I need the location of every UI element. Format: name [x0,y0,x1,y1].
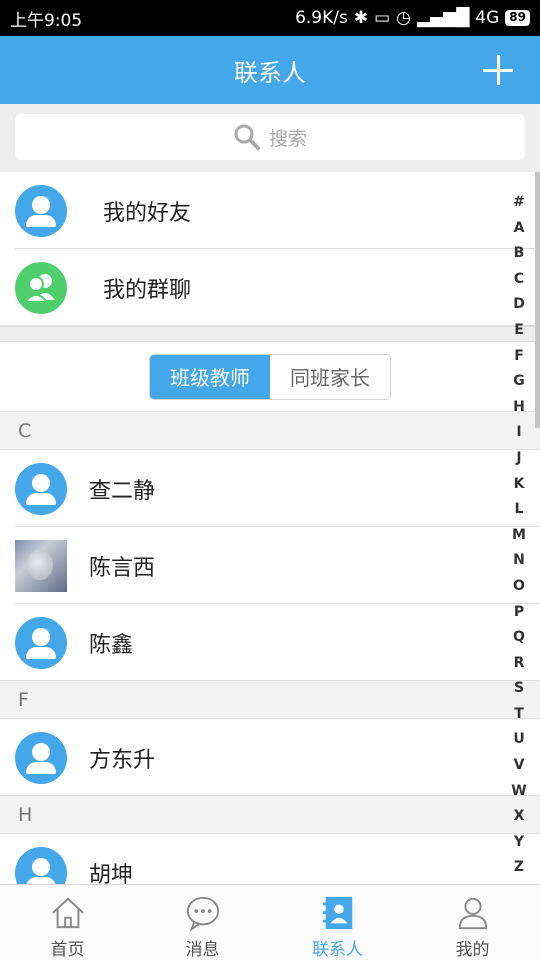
user-icon [458,897,487,930]
network-type: 4G [475,8,500,28]
contacts-book-icon [322,896,352,930]
index-letter[interactable]: X [510,804,528,830]
search-icon [234,124,260,150]
tab-home-label: 首页 [50,940,85,960]
index-letter[interactable]: C [510,267,528,293]
avatar [15,539,67,592]
app-bar: 联系人 [0,36,540,104]
tab-messages-label: 消息 [185,940,220,960]
vibrate-icon: ▭ [374,8,391,28]
avatar [15,462,67,515]
home-icon [51,897,84,929]
chat-bubble-icon [186,896,219,931]
my-groups-item[interactable]: 我的群聊 [0,249,540,326]
index-letter[interactable]: R [510,651,528,677]
index-letter[interactable]: K [510,472,528,498]
list-item[interactable]: 陈鑫 [0,604,540,681]
list-item[interactable]: 胡坤 [0,834,540,884]
index-letter[interactable]: # [510,190,528,216]
segment-row: 班级教师 同班家长 [0,342,540,412]
index-letter[interactable]: T [510,702,528,728]
contact-name: 方东升 [89,747,156,773]
bluetooth-icon: ✱ [353,8,369,28]
avatar [15,616,67,669]
index-letter[interactable]: F [510,344,528,370]
index-letter[interactable]: D [510,292,528,318]
contact-list[interactable]: 我的好友 我的群聊 班级教师 同班家长 C 查二静 陈言西 陈鑫 F 方东升 H… [0,172,540,884]
index-letter[interactable]: M [510,523,528,549]
status-indicators: 6.9K/s ✱ ▭ ◷ ▂▄▆█ 4G 89 [295,8,530,28]
index-letter[interactable]: N [510,548,528,574]
tab-class-teachers[interactable]: 班级教师 [150,354,270,399]
search-input[interactable]: 搜索 [15,114,525,160]
tab-me[interactable]: 我的 [405,885,540,960]
avatar [15,846,67,884]
tab-messages[interactable]: 消息 [135,885,270,960]
contact-name: 查二静 [89,478,156,504]
my-friends-label: 我的好友 [103,200,192,226]
index-letter[interactable]: E [510,318,528,344]
index-letter[interactable]: J [510,446,528,472]
network-speed: 6.9K/s [295,8,348,28]
alarm-icon: ◷ [396,8,411,28]
bottom-tab-bar: 首页 消息 联系人 我的 [0,884,540,960]
avatar [15,731,67,784]
section-header-c: C [0,412,540,450]
status-time: 上午9:05 [10,10,83,31]
group-avatar-icon [15,261,67,314]
list-item[interactable]: 方东升 [0,719,540,796]
page-title: 联系人 [234,58,306,87]
section-header-h: H [0,796,540,834]
list-item[interactable]: 陈言西 [0,527,540,604]
index-letter[interactable]: V [510,753,528,779]
index-letter[interactable]: G [510,369,528,395]
my-friends-item[interactable]: 我的好友 [0,172,540,249]
index-letter[interactable]: Z [510,855,528,881]
search-placeholder: 搜索 [268,127,307,150]
signal-icon: ▂▄▆█ [417,8,470,28]
friend-avatar-icon [15,184,67,237]
tab-contacts[interactable]: 联系人 [270,885,405,960]
index-letter[interactable]: Y [510,830,528,856]
section-header-f: F [0,681,540,719]
add-contact-button[interactable] [478,50,518,90]
tab-class-parents[interactable]: 同班家长 [270,354,390,399]
index-letter[interactable]: O [510,574,528,600]
battery-icon: 89 [505,10,530,26]
search-area: 搜索 [0,104,540,172]
index-letter[interactable]: H [510,395,528,421]
alphabet-index[interactable]: # A B C D E F G H I J K L M N O P Q R S … [510,190,528,881]
index-letter[interactable]: U [510,727,528,753]
tab-me-label: 我的 [455,940,490,960]
index-letter[interactable]: I [510,420,528,446]
index-letter[interactable]: Q [510,625,528,651]
scrollbar[interactable] [535,172,540,428]
index-letter[interactable]: A [510,216,528,242]
index-letter[interactable]: L [510,497,528,523]
list-item[interactable]: 查二静 [0,450,540,527]
section-divider [0,326,540,342]
tab-home[interactable]: 首页 [0,885,135,960]
index-letter[interactable]: P [510,600,528,626]
index-letter[interactable]: B [510,241,528,267]
my-groups-label: 我的群聊 [103,277,192,303]
contact-name: 陈鑫 [89,632,134,658]
tab-contacts-label: 联系人 [312,940,363,960]
contact-name: 陈言西 [89,555,156,581]
segment-control: 班级教师 同班家长 [149,353,391,400]
contact-name: 胡坤 [89,862,134,885]
index-letter[interactable]: W [510,779,528,805]
index-letter[interactable]: S [510,676,528,702]
status-bar: 上午9:05 6.9K/s ✱ ▭ ◷ ▂▄▆█ 4G 89 [0,0,540,36]
